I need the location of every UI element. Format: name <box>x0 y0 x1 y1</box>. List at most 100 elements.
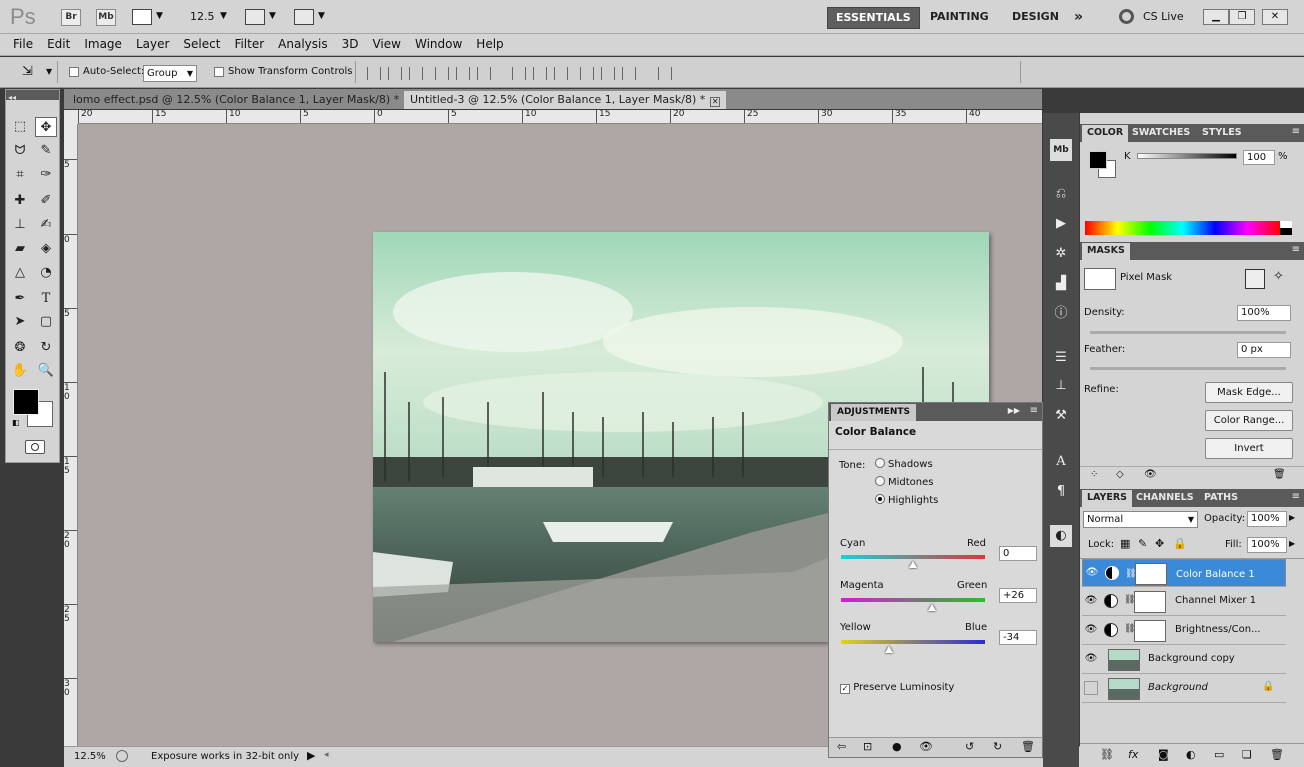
tab-lomo-effect[interactable]: lomo effect.psd @ 12.5% (Color Balance 1… <box>67 91 420 109</box>
color-range-button[interactable]: Color Range... <box>1205 410 1293 431</box>
align-top-icon[interactable] <box>367 67 381 80</box>
density-value[interactable]: 100% <box>1237 305 1291 321</box>
tab-adjustments[interactable]: ADJUSTMENTS <box>831 404 916 421</box>
k-value[interactable]: 100 <box>1243 150 1275 165</box>
expand-icon[interactable]: ▶▶ <box>1008 406 1020 415</box>
adjustments-header[interactable]: ADJUSTMENTS ▶▶ ≡ <box>829 403 1042 421</box>
scroll-left-icon[interactable]: ◂ <box>324 750 329 760</box>
healing-brush-tool-icon[interactable]: ✚ <box>9 191 31 211</box>
tone-highlights[interactable]: Highlights <box>875 494 938 506</box>
foreground-color-swatch[interactable] <box>13 389 39 415</box>
ruler-origin[interactable] <box>64 110 78 124</box>
layer-row-background-copy[interactable]: 👁 Background copy <box>1082 646 1286 674</box>
move-tool-icon[interactable]: ✥ <box>35 117 57 137</box>
align-right-icon[interactable] <box>477 67 491 80</box>
fill-value[interactable]: 100% <box>1247 537 1287 553</box>
menu-window[interactable]: Window <box>408 34 469 55</box>
add-mask-icon[interactable]: ◙ <box>1158 748 1169 761</box>
brush-presets-icon[interactable]: ☰ <box>1050 347 1072 369</box>
magenta-green-value[interactable]: +26 <box>999 588 1037 603</box>
tone-shadows[interactable]: Shadows <box>875 458 933 470</box>
align-left-icon[interactable] <box>435 67 449 80</box>
paint-bucket-tool-icon[interactable]: ◈ <box>35 239 57 259</box>
move-tool-preset[interactable]: ⇲ ▼ <box>6 61 58 83</box>
chevron-down-icon[interactable]: ▼ <box>220 11 227 21</box>
layer-row-brightness[interactable]: 👁 ⛓ Brightness/Con... <box>1082 617 1286 645</box>
show-transform-checkbox[interactable] <box>214 67 224 77</box>
menu-help[interactable]: Help <box>469 34 510 55</box>
status-zoom[interactable]: 12.5% <box>74 751 106 762</box>
chevron-down-icon[interactable]: ▼ <box>318 11 325 21</box>
more-workspaces-button[interactable]: » <box>1066 7 1091 29</box>
lock-position-icon[interactable]: ✥ <box>1155 537 1164 550</box>
lock-transparent-icon[interactable]: ▦ <box>1120 537 1130 550</box>
workspace-essentials[interactable]: ESSENTIALS <box>827 7 920 29</box>
vertical-ruler[interactable]: 5 0 5 1 0 1 5 2 0 2 5 3 0 <box>64 124 78 746</box>
visibility-eye-icon[interactable]: 👁 <box>919 740 933 753</box>
distribute-top-icon[interactable] <box>512 67 526 80</box>
k-slider[interactable] <box>1137 153 1237 159</box>
distribute-left-icon[interactable] <box>580 67 594 80</box>
preserve-luminosity[interactable]: ✓ Preserve Luminosity <box>840 682 954 694</box>
lasso-tool-icon[interactable]: ᗢ <box>9 141 31 161</box>
status-info-icon[interactable] <box>116 750 128 762</box>
workspace-design[interactable]: DESIGN <box>1004 7 1067 29</box>
lock-image-icon[interactable]: ✎ <box>1138 537 1147 550</box>
panel-menu-icon[interactable]: ≡ <box>1292 244 1300 255</box>
brush-tool-icon[interactable]: ✐ <box>35 191 57 211</box>
history-icon[interactable]: ⎌ <box>1050 183 1072 205</box>
yellow-blue-slider[interactable] <box>841 640 985 653</box>
blur-tool-icon[interactable]: △ <box>9 263 31 283</box>
quick-select-tool-icon[interactable]: ✎ <box>35 141 57 161</box>
yellow-blue-value[interactable]: -34 <box>999 630 1037 645</box>
3d-rotate-tool-icon[interactable]: ❂ <box>9 338 31 358</box>
apply-mask-icon[interactable]: ◇ <box>1116 469 1124 480</box>
tab-swatches[interactable]: SWATCHES <box>1127 125 1195 142</box>
cyan-red-thumb[interactable] <box>909 561 917 568</box>
cs-live-label[interactable]: CS Live <box>1143 10 1184 23</box>
actions-icon[interactable]: ▶ <box>1050 213 1072 235</box>
panel-menu-icon[interactable]: ≡ <box>1292 126 1300 137</box>
blend-mode-dropdown[interactable]: Normal ▼ <box>1083 511 1198 528</box>
back-arrow-icon[interactable]: ⇦ <box>837 740 846 753</box>
invert-button[interactable]: Invert <box>1205 438 1293 459</box>
distribute-vcenter-icon[interactable] <box>533 67 547 80</box>
arrange-documents-icon[interactable] <box>245 9 265 25</box>
fill-arrow-icon[interactable]: ▶ <box>1289 539 1295 548</box>
zoom-level[interactable]: 12.5 <box>190 10 215 23</box>
menu-view[interactable]: View <box>365 34 407 55</box>
info-icon[interactable]: ⓘ <box>1050 303 1072 325</box>
layer-row-background[interactable]: Background 🔒 <box>1082 675 1286 703</box>
menu-analysis[interactable]: Analysis <box>271 34 334 55</box>
crop-tool-icon[interactable]: ⌗ <box>9 165 31 185</box>
paragraph-icon[interactable]: ¶ <box>1050 481 1072 503</box>
eraser-tool-icon[interactable]: ▰ <box>9 239 31 259</box>
chevron-down-icon[interactable]: ▼ <box>156 11 163 21</box>
opacity-arrow-icon[interactable]: ▶ <box>1289 513 1295 522</box>
visibility-eye-icon[interactable]: 👁 <box>1084 652 1098 666</box>
tool-presets-icon[interactable]: ⚒ <box>1050 405 1072 427</box>
distribute-bottom-icon[interactable] <box>554 67 568 80</box>
previous-state-icon[interactable]: ↺ <box>965 740 974 753</box>
panel-menu-icon[interactable]: ≡ <box>1292 491 1300 502</box>
minimize-button[interactable]: ▁ <box>1203 9 1229 25</box>
tone-midtones[interactable]: Midtones <box>875 476 934 488</box>
hand-tool-icon[interactable]: ✋ <box>9 361 31 381</box>
auto-select-dropdown[interactable]: Group ▼ <box>143 65 197 82</box>
menu-filter[interactable]: Filter <box>227 34 271 55</box>
history-brush-tool-icon[interactable]: ✍ <box>35 215 57 235</box>
load-selection-icon[interactable]: ⁘ <box>1090 469 1098 480</box>
density-slider[interactable] <box>1090 331 1286 334</box>
auto-align-icon[interactable] <box>658 67 672 80</box>
color-ramp[interactable] <box>1085 221 1280 235</box>
tab-paths[interactable]: PATHS <box>1199 490 1243 507</box>
vector-mask-icon[interactable]: ✧ <box>1273 269 1284 284</box>
radio-midtones[interactable] <box>875 476 885 486</box>
menu-3d[interactable]: 3D <box>335 34 366 55</box>
new-adjustment-icon[interactable]: ◐ <box>1186 748 1196 761</box>
visibility-eye-icon[interactable]: 👁 <box>1084 623 1098 637</box>
chevron-down-icon[interactable]: ▼ <box>269 11 276 21</box>
reset-icon[interactable]: ↻ <box>993 740 1002 753</box>
visibility-eye-icon[interactable]: 👁 <box>1084 594 1098 608</box>
link-layers-icon[interactable]: ⛓ <box>1100 748 1114 761</box>
